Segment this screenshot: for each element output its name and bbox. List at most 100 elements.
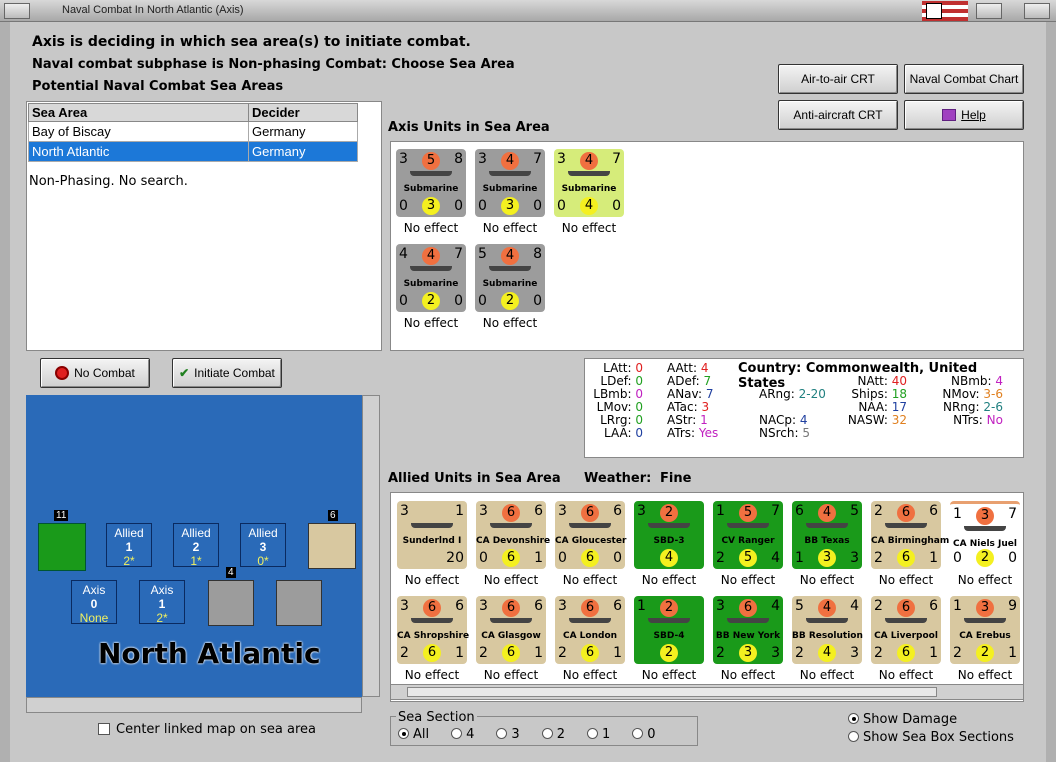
unit-br-value: 0 <box>613 550 622 566</box>
ship-icon <box>410 171 452 176</box>
unit-tr-value: 6 <box>455 598 464 614</box>
unit-name: CA Devonshire <box>476 536 551 546</box>
system-menu-button[interactable] <box>4 3 30 19</box>
unit-tl-value: 2 <box>874 598 883 614</box>
unit-effect: No effect <box>720 668 776 682</box>
naval-combat-chart-button[interactable]: Naval Combat Chart <box>904 64 1024 94</box>
air-to-air-crt-button[interactable]: Air-to-air CRT <box>778 64 898 94</box>
allied-unit-8[interactable]: 3 6 2 1 6 6 CA Shropshire <box>397 596 469 664</box>
radio-2[interactable]: 2 <box>541 727 565 742</box>
allied-box-1[interactable]: Allied 1 2* <box>106 523 152 568</box>
center-map-label: Center linked map on sea area <box>116 722 316 737</box>
sea-area-map[interactable]: Allied 1 2* Allied 2 1* Allied 3 0* Axis 0 None … <box>26 395 362 697</box>
table-row-selected[interactable]: North Atlantic Germany <box>28 141 358 162</box>
allied-box-2[interactable]: Allied 2 1* <box>173 523 219 568</box>
axis-box-0[interactable]: Axis 0 None <box>71 580 117 625</box>
unit-bl-value: 1 <box>795 550 804 566</box>
radio-0[interactable]: 0 <box>632 727 656 742</box>
unit-attack-value: 2 <box>660 504 678 522</box>
map-horizontal-scrollbar[interactable] <box>26 697 362 713</box>
unit-bl-value: 0 <box>399 293 408 309</box>
allied-unit-13[interactable]: 5 4 2 3 4 4 BB Resolution <box>792 596 863 664</box>
checkbox-box[interactable] <box>98 723 110 735</box>
map-vertical-scrollbar[interactable] <box>362 395 380 697</box>
air-stats: AAtt: 4 ADef: 7 ANav: 7 ATac: 3 AStr: 1 … <box>667 361 719 440</box>
allied-unit-9[interactable]: 3 6 2 1 6 6 CA Glasgow <box>476 596 546 664</box>
allied-units-title: Allied Units in Sea Area <box>388 471 561 486</box>
unit-name: CV Ranger <box>721 536 775 546</box>
col-sea-area[interactable]: Sea Area <box>28 103 249 122</box>
radio-3[interactable]: 3 <box>496 727 520 742</box>
radio-4[interactable]: 4 <box>451 727 474 742</box>
axis-unit-4[interactable]: 5 8 0 0 4 2 Submarine <box>475 244 545 312</box>
col-decider[interactable]: Decider <box>248 103 358 122</box>
show-sections-radio[interactable]: Show Sea Box Sections <box>848 729 1014 747</box>
unit-name: Submarine <box>561 184 617 194</box>
window-title: Naval Combat In North Atlantic (Axis) <box>62 4 244 16</box>
axis-box-1[interactable]: Axis 1 2* <box>139 580 185 625</box>
radio-all[interactable]: All <box>398 727 429 742</box>
radio-1[interactable]: 1 <box>586 727 610 742</box>
allied-unit-14[interactable]: 2 6 2 1 6 6 CA Liverpool <box>871 596 941 664</box>
allied-box-3[interactable]: Allied 3 0* <box>240 523 286 568</box>
unit-name: CA Erebus <box>959 631 1011 641</box>
unit-effect: No effect <box>957 573 1013 587</box>
allied-unit-5[interactable]: 6 5 1 3 4 3 BB Texas <box>792 501 862 569</box>
unit-br-value: 0 <box>533 293 542 309</box>
allied-unit-15[interactable]: 1 9 2 1 3 2 CA Erebus <box>950 596 1020 664</box>
unit-br-value: 0 <box>454 198 463 214</box>
unit-defense-value: 2 <box>422 292 440 310</box>
unit-tl-value: 2 <box>874 503 883 519</box>
allied-unit-6[interactable]: 2 6 2 1 6 6 CA Birmingham <box>871 501 949 569</box>
map-unit-submarine-1[interactable] <box>208 580 254 626</box>
help-label: Help <box>961 108 986 122</box>
initiate-combat-label: Initiate Combat <box>194 366 275 380</box>
unit-effect: No effect <box>561 221 617 235</box>
unit-br-value: 4 <box>771 550 780 566</box>
allied-unit-4[interactable]: 1 7 2 4 5 5 CV Ranger <box>713 501 783 569</box>
unit-effect: No effect <box>403 221 459 235</box>
unit-bl-value: 2 <box>874 645 883 661</box>
allied-horizontal-scrollbar[interactable] <box>390 684 1024 700</box>
map-unit-sbd4[interactable] <box>38 523 86 571</box>
table-row[interactable]: Bay of Biscay Germany <box>28 121 358 142</box>
stats-panel: LAtt: 0 LDef: 0 LBmb: 0 LMov: 0 LRrg: 0 … <box>584 358 1024 458</box>
center-map-checkbox[interactable]: Center linked map on sea area <box>98 722 316 737</box>
help-button[interactable]: Help <box>904 100 1024 130</box>
close-button[interactable] <box>1024 3 1050 19</box>
unit-tl-value: 1 <box>716 503 725 519</box>
unit-bl-value: 2 <box>716 645 725 661</box>
unit-br-value: 1 <box>929 645 938 661</box>
allied-unit-2[interactable]: 3 6 0 0 6 6 CA Gloucester <box>555 501 627 569</box>
axis-unit-0[interactable]: 3 8 0 0 5 3 Submarine <box>396 149 466 217</box>
unit-tl-value: 3 <box>558 503 567 519</box>
ship-icon <box>489 266 531 271</box>
allied-unit-11[interactable]: 1 2 2 SBD-4 <box>634 596 704 664</box>
unit-defense-value: 6 <box>897 644 915 662</box>
map-unit-submarine-2[interactable] <box>276 580 322 626</box>
axis-unit-3[interactable]: 4 7 0 0 4 2 Submarine <box>396 244 466 312</box>
allied-unit-10[interactable]: 3 6 2 1 6 6 CA London <box>555 596 625 664</box>
allied-unit-0[interactable]: 3 1 20 Sunderlnd I <box>397 501 467 569</box>
unit-bl-value: 0 <box>478 198 487 214</box>
unit-bl-value: 2 <box>400 645 409 661</box>
ship-icon <box>648 523 690 528</box>
map-unit-sunderland[interactable] <box>308 523 356 569</box>
allied-unit-12[interactable]: 3 4 2 3 6 3 BB New York <box>713 596 783 664</box>
anti-aircraft-crt-button[interactable]: Anti-aircraft CRT <box>778 100 898 130</box>
unit-name: CA Gloucester <box>555 536 627 546</box>
allied-units-panel: 3 1 20 Sunderlnd I No effect 3 6 0 1 6 6 CA Devonsh… <box>390 492 1024 702</box>
unit-defense-value: 3 <box>818 549 836 567</box>
unit-br-value: 3 <box>850 550 859 566</box>
show-damage-radio[interactable]: Show Damage <box>848 711 1014 729</box>
weather-label: Weather: <box>584 471 652 486</box>
unit-defense-value: 3 <box>501 197 519 215</box>
axis-unit-2[interactable]: 3 7 0 0 4 4 Submarine <box>554 149 624 217</box>
axis-unit-1[interactable]: 3 7 0 0 4 3 Submarine <box>475 149 545 217</box>
initiate-combat-button[interactable]: ✔ Initiate Combat <box>172 358 282 388</box>
minimize-button[interactable] <box>976 3 1002 19</box>
no-combat-button[interactable]: No Combat <box>40 358 150 388</box>
allied-unit-1[interactable]: 3 6 0 1 6 6 CA Devonshire <box>476 501 551 569</box>
allied-unit-7[interactable]: 1 7 0 0 3 2 CA Niels Juel <box>950 501 1020 569</box>
allied-unit-3[interactable]: 3 2 4 SBD-3 <box>634 501 704 569</box>
